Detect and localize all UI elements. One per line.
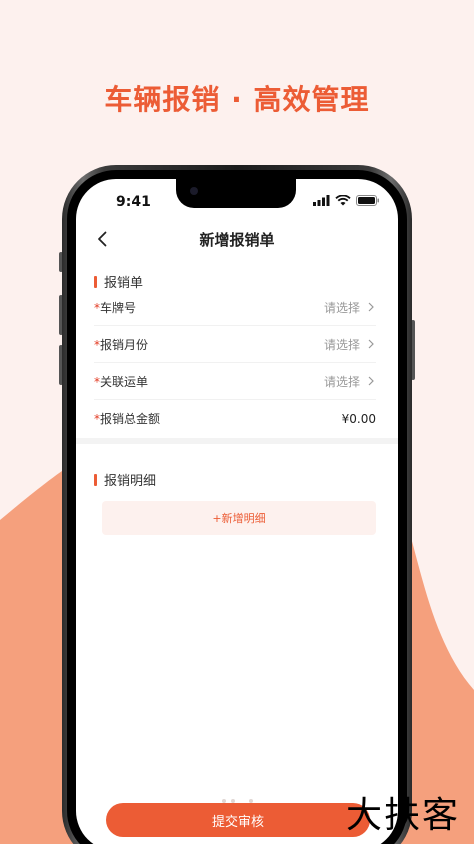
chevron-right-icon (368, 376, 374, 386)
hero-title: 车辆报销 · 高效管理 (104, 83, 370, 116)
total-amount: ¥0.00 (341, 411, 376, 426)
section-details-header: 报销明细 (94, 470, 156, 489)
chevron-right-icon (368, 339, 374, 349)
phone-screen: 9:41 新增报销单 报销单 *车牌号 请选择 *报销月份 请选择 *关联运单 … (76, 179, 398, 844)
form-row-waybill[interactable]: *关联运单 请选择 (94, 363, 376, 400)
row-label: *报销月份 (94, 336, 148, 353)
page-dot (231, 799, 235, 803)
total-label: 报销总金额 (100, 412, 161, 426)
page-dot (222, 799, 226, 803)
row-label: *关联运单 (94, 373, 148, 390)
section-divider (76, 438, 398, 444)
wifi-icon (335, 195, 351, 206)
page-title: 新增报销单 (199, 231, 275, 249)
signal-icon (313, 195, 330, 206)
page-dot-active (240, 799, 244, 803)
phone-frame: 9:41 新增报销单 报销单 *车牌号 请选择 *报销月份 请选择 *关联运单 … (62, 165, 412, 844)
status-time: 9:41 (116, 194, 151, 210)
form-row-month[interactable]: *报销月份 请选择 (94, 326, 376, 363)
section-accent-bar (94, 473, 97, 486)
page-dot (249, 799, 253, 803)
waybill-value: 请选择 (323, 374, 360, 389)
chevron-right-icon (368, 302, 374, 312)
page-indicator (222, 799, 253, 803)
form-row-plate[interactable]: *车牌号 请选择 (94, 289, 376, 326)
watermark: 大扶客 (345, 795, 460, 836)
nav-bar: 新增报销单 (76, 221, 398, 257)
camera-icon (190, 187, 198, 195)
row-label: *车牌号 (94, 299, 136, 316)
battery-icon (356, 195, 379, 206)
add-detail-button[interactable]: +新增明细 (102, 501, 376, 535)
submit-review-button[interactable]: 提交审核 (106, 803, 370, 837)
form-row-total: *报销总金额 ¥0.00 (94, 400, 376, 437)
month-value: 请选择 (323, 337, 360, 352)
waybill-label: 关联运单 (100, 374, 149, 389)
notch (176, 179, 296, 208)
plate-label: 车牌号 (100, 300, 137, 315)
month-label: 报销月份 (100, 337, 149, 352)
section-accent-bar (94, 275, 97, 288)
plate-value: 请选择 (323, 300, 360, 315)
status-bar: 9:41 (76, 179, 398, 221)
section-details-title: 报销明细 (104, 474, 157, 489)
row-label: *报销总金额 (94, 410, 160, 427)
